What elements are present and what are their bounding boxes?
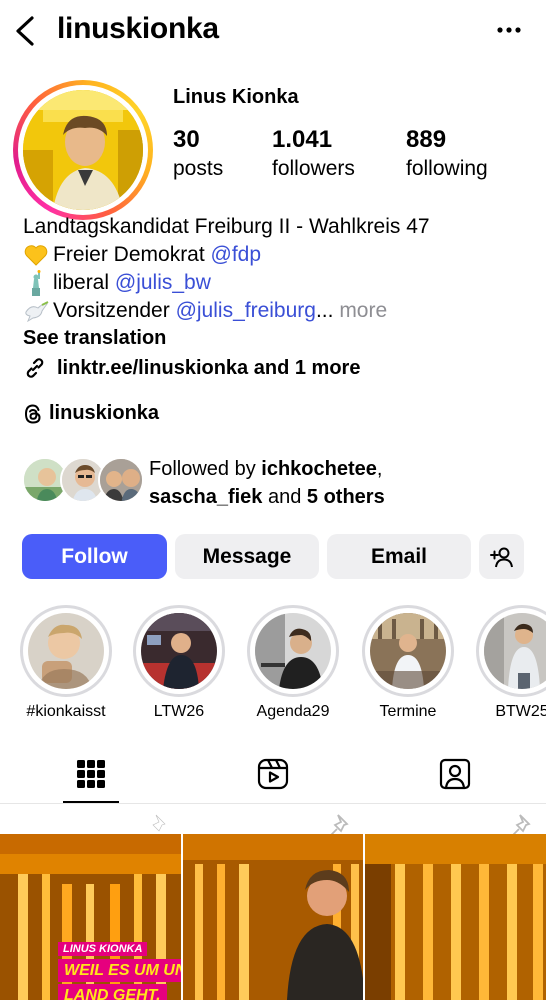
highlight-label: BTW25 [495, 703, 546, 720]
bio-line-3: liberal @julis_bw [23, 269, 533, 297]
suggested-users-button[interactable] [479, 534, 524, 579]
back-arrow-icon [16, 16, 34, 46]
reels-icon [257, 758, 289, 790]
highlight-btw25[interactable]: BTW25 [474, 605, 546, 721]
statue-of-liberty-icon [23, 270, 49, 296]
see-translation-link[interactable]: See translation [23, 327, 166, 350]
profile-link-text: linktr.ee/linuskionka and 1 more [57, 356, 361, 379]
yellow-heart-icon [23, 242, 49, 268]
bio-line-4: Vorsitzender @julis_freiburg ... more [23, 297, 533, 325]
post-thumbnail-1[interactable]: LINUS KIONKA WEIL ES UM UNSER LAND GEHT. [0, 834, 181, 1000]
highlight-ltw26[interactable]: LTW26 [131, 605, 227, 721]
posts-stat[interactable]: 30 posts [173, 126, 223, 184]
post-thumbnail-2[interactable] [183, 834, 363, 1000]
followers-stat[interactable]: 1.041 followers [272, 126, 355, 184]
highlight-label: LTW26 [153, 703, 205, 720]
tab-tagged[interactable] [364, 746, 546, 802]
threads-username: linuskionka [49, 402, 160, 424]
highlight-termine[interactable]: Termine [360, 605, 456, 721]
bio-line-1: Landtagskandidat Freiburg II - Wahlkreis… [23, 215, 430, 238]
link-icon [26, 358, 44, 378]
grid-icon [77, 760, 105, 788]
posts-label: posts [173, 157, 224, 180]
highlight-label: Termine [379, 703, 437, 720]
highlight-cover [255, 613, 331, 689]
follower-avatar-3 [98, 457, 144, 503]
highlight-agenda29[interactable]: Agenda29 [245, 605, 341, 721]
bio-line-2: Freier Demokrat @fdp [23, 241, 533, 269]
more-options-button[interactable] [494, 20, 524, 40]
tab-posts-grid[interactable] [0, 746, 182, 802]
profile-username: linuskionka [57, 12, 219, 45]
follower-link-1[interactable]: ichkochetee [261, 458, 377, 480]
mention-julis-freiburg[interactable]: @julis_freiburg [176, 297, 316, 325]
dove-icon [23, 298, 49, 324]
avatar [23, 90, 143, 210]
add-user-icon [489, 547, 513, 567]
highlight-cover [28, 613, 104, 689]
bio: Landtagskandidat Freiburg II - Wahlkreis… [23, 213, 533, 325]
mention-fdp[interactable]: @fdp [211, 241, 262, 269]
highlight-cover [484, 613, 546, 689]
highlight-kionkaisst[interactable]: #kionkaisst [18, 605, 114, 721]
story-ring[interactable] [13, 80, 153, 220]
display-name: Linus Kionka [173, 86, 299, 108]
posts-grid: LINUS KIONKA WEIL ES UM UNSER LAND GEHT. [0, 834, 546, 1000]
more-dots-icon [497, 27, 521, 33]
threads-icon [24, 403, 41, 424]
tagged-icon [439, 758, 471, 790]
following-count: 889 [406, 126, 447, 153]
email-button[interactable]: Email [327, 534, 471, 579]
follower-link-2[interactable]: sascha_fiek [149, 486, 262, 508]
highlight-cover [370, 613, 446, 689]
followed-by[interactable]: Followed by ichkochetee, sascha_fiek and… [22, 455, 532, 511]
highlight-cover [141, 613, 217, 689]
tab-reels[interactable] [182, 746, 364, 802]
profile-link[interactable]: linktr.ee/linuskionka and 1 more [23, 356, 360, 380]
highlight-label: #kionkaisst [26, 703, 106, 720]
followed-by-text: Followed by ichkochetee, sascha_fiek and… [149, 458, 385, 508]
highlight-label: Agenda29 [256, 703, 330, 720]
top-bar: linuskionka [0, 0, 546, 64]
bio-more-link[interactable]: more [333, 297, 387, 325]
following-stat[interactable]: 889 following [406, 126, 488, 184]
following-label: following [406, 157, 488, 180]
back-button[interactable] [10, 12, 40, 50]
pinned-markers [0, 812, 546, 836]
followers-label: followers [272, 157, 355, 180]
mention-julis-bw[interactable]: @julis_bw [115, 269, 211, 297]
post-caption-overlay: LINUS KIONKA WEIL ES UM UNSER LAND GEHT. [58, 939, 181, 1000]
active-tab-indicator [63, 801, 119, 803]
profile-tabs [0, 746, 546, 804]
follow-button[interactable]: Follow [22, 534, 167, 579]
others-link[interactable]: 5 others [307, 486, 385, 508]
message-button[interactable]: Message [175, 534, 319, 579]
threads-badge[interactable]: linuskionka [23, 402, 159, 425]
posts-count: 30 [173, 126, 200, 153]
followers-count: 1.041 [272, 126, 333, 153]
post-thumbnail-3[interactable] [365, 834, 546, 1000]
